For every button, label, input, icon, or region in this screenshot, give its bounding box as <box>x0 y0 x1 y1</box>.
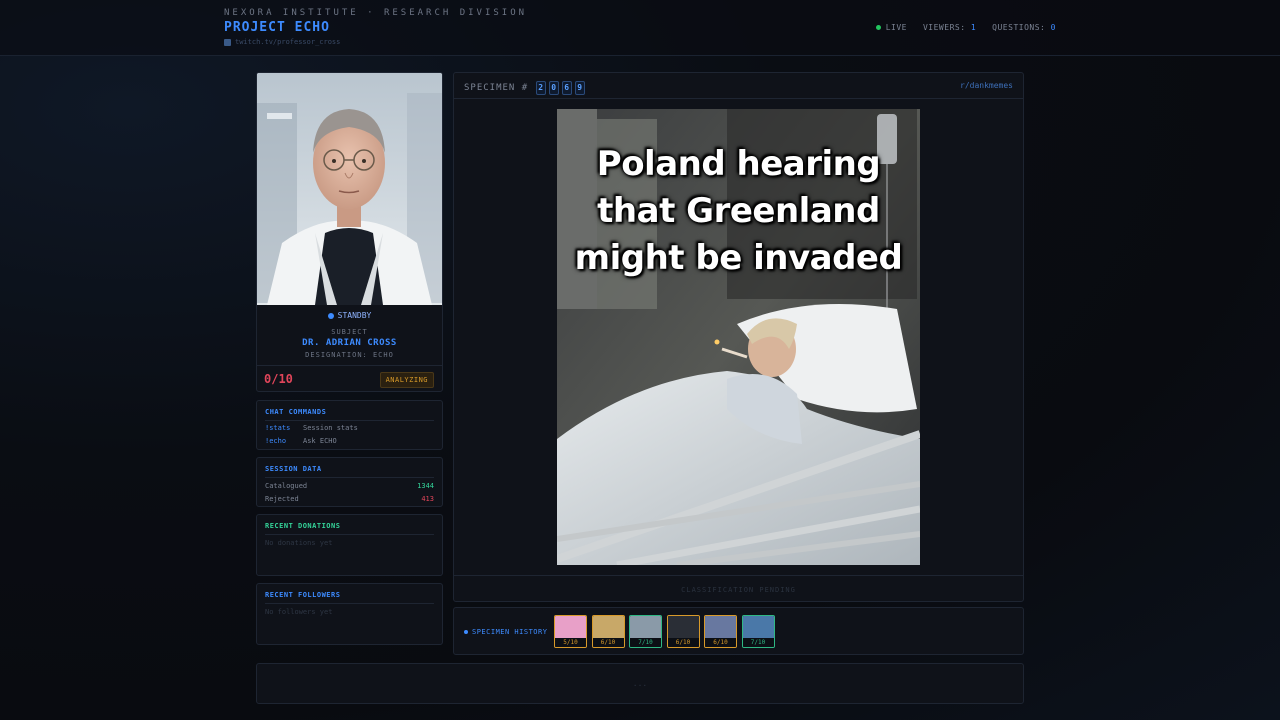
org-name: NEXORA INSTITUTE · RESEARCH DIVISION <box>224 8 528 18</box>
twitch-icon <box>224 38 231 46</box>
history-thumbnail-score: 6/10 <box>592 638 624 647</box>
viewers-count: VIEWERS: 1 <box>922 23 977 32</box>
specimen-digit: 6 <box>562 81 573 95</box>
classification-status: CLASSIFICATION PENDING <box>681 586 796 594</box>
top-header: NEXORA INSTITUTE · RESEARCH DIVISION PRO… <box>0 0 1280 56</box>
session-data-panel: SESSION DATA Catalogued 1344 Rejected 41… <box>256 457 443 507</box>
recent-donations-panel: RECENT DONATIONS No donations yet <box>256 514 443 576</box>
specimen-digit: 0 <box>549 81 560 95</box>
stream-stats: LIVE VIEWERS: 1 QUESTIONS: 0 <box>875 23 1056 32</box>
history-label: SPECIMEN HISTORY <box>464 628 547 636</box>
command-name: !stats <box>265 424 291 432</box>
followers-title: RECENT FOLLOWERS <box>265 591 341 599</box>
rejected-label: Rejected <box>265 495 299 503</box>
status-dot-icon <box>327 312 334 319</box>
followers-empty: No followers yet <box>265 608 333 616</box>
rejected-value: 413 <box>421 495 434 503</box>
channel-url[interactable]: twitch.tv/professor_cross <box>235 38 340 46</box>
history-thumbnail-score: 7/10 <box>742 638 774 647</box>
subject-designation: DESIGNATION: ECHO <box>305 351 394 359</box>
chat-commands-title: CHAT COMMANDS <box>265 408 327 416</box>
history-title: SPECIMEN HISTORY <box>472 628 548 636</box>
session-data-title: SESSION DATA <box>265 465 322 473</box>
history-thumbnail-image <box>555 616 586 639</box>
history-dot-icon <box>464 630 468 634</box>
command-row: !stats Session stats <box>265 424 358 432</box>
subject-label: SUBJECT <box>331 328 368 336</box>
live-dot-icon <box>875 25 881 30</box>
bottom-status-text: ... <box>632 679 648 688</box>
subject-card: STANDBY SUBJECT DR. ADRIAN CROSS DESIGNA… <box>256 72 443 392</box>
history-thumbnail[interactable]: 5/10 <box>554 615 587 648</box>
source-subreddit-link[interactable]: r/dankmemes <box>960 81 1013 90</box>
divider <box>265 603 434 604</box>
history-thumbnail-score: 7/10 <box>630 638 661 647</box>
specimen-panel: SPECIMEN # 2 0 6 9 r/dankmemes Poland he… <box>453 72 1024 602</box>
history-thumbnail-image <box>667 616 699 639</box>
history-thumbnail-score: 5/10 <box>555 638 586 647</box>
page-title: PROJECT ECHO <box>224 20 330 35</box>
command-desc: Ask ECHO <box>303 437 337 445</box>
history-thumbnail-image <box>705 616 736 639</box>
score-row: 0/10 ANALYZING <box>257 365 442 391</box>
catalogued-value: 1344 <box>417 482 434 490</box>
specimen-image: Poland hearing that Greenland might be i… <box>557 109 920 565</box>
donations-title: RECENT DONATIONS <box>265 522 341 530</box>
specimen-digit: 9 <box>575 81 586 95</box>
bottom-status-bar: ... <box>256 663 1024 704</box>
divider <box>265 420 434 421</box>
current-score: 0/10 <box>264 372 293 386</box>
catalogued-label: Catalogued <box>265 482 308 490</box>
subject-name: DR. ADRIAN CROSS <box>302 338 397 348</box>
history-thumbnail[interactable]: 6/10 <box>704 615 737 648</box>
history-thumbnail-image <box>592 616 624 639</box>
analyzing-badge: ANALYZING <box>379 372 434 388</box>
classification-bar: CLASSIFICATION PENDING <box>454 575 1023 602</box>
divider <box>265 477 434 478</box>
questions-count: QUESTIONS: 0 <box>992 23 1056 32</box>
live-indicator: LIVE <box>875 23 907 32</box>
specimen-number: SPECIMEN # 2 0 6 9 <box>464 81 586 95</box>
specimen-header: SPECIMEN # 2 0 6 9 r/dankmemes <box>454 73 1023 99</box>
donations-empty: No donations yet <box>265 539 333 547</box>
recent-followers-panel: RECENT FOLLOWERS No followers yet <box>256 583 443 645</box>
meme-caption: Poland hearing that Greenland might be i… <box>574 144 903 278</box>
catalogued-row: Catalogued 1344 <box>265 482 434 490</box>
divider <box>265 534 434 535</box>
subject-status: STANDBY <box>257 311 442 320</box>
specimen-digit: 2 <box>536 81 547 95</box>
specimen-history-panel: SPECIMEN HISTORY 5/10 6/10 7/10 6/10 6/10 7/1… <box>453 607 1024 655</box>
command-desc: Session stats <box>303 424 358 432</box>
history-thumbnail[interactable]: 7/10 <box>629 615 662 648</box>
command-name: !echo <box>265 437 287 445</box>
history-thumbnail-image <box>630 616 661 639</box>
command-row: !echo Ask ECHO <box>265 437 337 445</box>
subject-portrait <box>257 73 442 305</box>
history-thumbnail[interactable]: 7/10 <box>741 615 775 648</box>
status-label: STANDBY <box>337 311 372 320</box>
channel-link[interactable]: twitch.tv/professor_cross <box>224 38 340 46</box>
history-thumbnail-score: 6/10 <box>705 638 736 647</box>
history-thumbnail-score: 6/10 <box>667 638 699 647</box>
specimen-label: SPECIMEN # <box>464 83 529 93</box>
chat-commands-panel: CHAT COMMANDS !stats Session stats !echo… <box>256 400 443 450</box>
history-thumbnail-image <box>742 616 774 639</box>
rejected-row: Rejected 413 <box>265 495 434 503</box>
history-thumbnail[interactable]: 6/10 <box>591 615 625 648</box>
history-thumbnail[interactable]: 6/10 <box>666 615 700 648</box>
